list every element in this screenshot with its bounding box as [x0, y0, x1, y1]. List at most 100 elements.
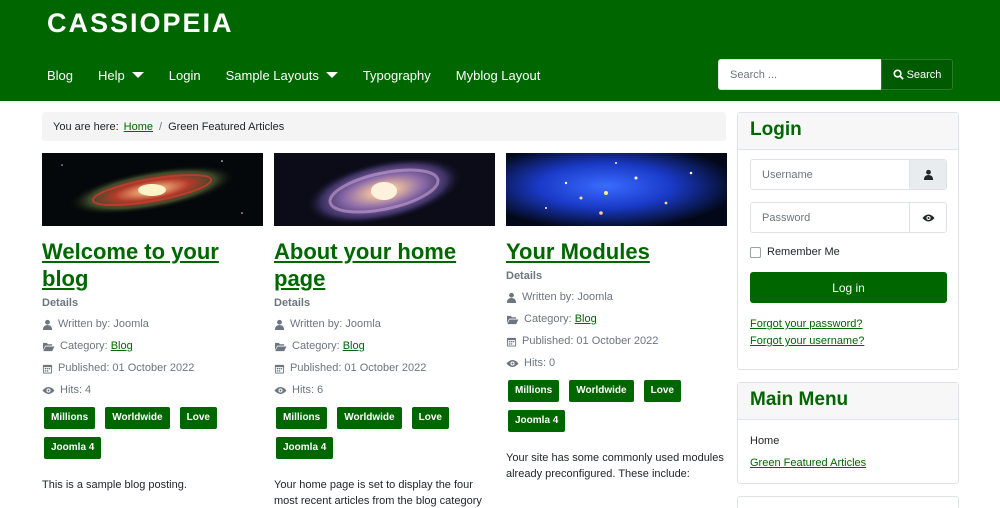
author-text: Written by: Joomla	[58, 318, 149, 330]
username-input[interactable]	[751, 160, 909, 189]
user-icon	[274, 319, 285, 330]
calendar-icon	[42, 364, 53, 374]
article-image	[42, 153, 263, 226]
main-menu-module: Main Menu Home Green Featured Articles	[737, 382, 959, 484]
password-input[interactable]	[751, 203, 909, 232]
tag-love[interactable]: Love	[411, 407, 449, 429]
breadcrumb-home-link[interactable]: Home	[124, 121, 153, 133]
search-input[interactable]	[718, 59, 881, 90]
breadcrumb-separator: /	[159, 120, 163, 133]
eye-icon	[42, 386, 55, 394]
nav-item-label: Blog	[47, 67, 74, 83]
folder-open-icon	[275, 342, 287, 351]
remember-me-label: Remember Me	[767, 246, 840, 258]
login-button[interactable]: Log in	[750, 272, 947, 303]
tag-list: Millions Worldwide Love Joomla 4	[42, 407, 263, 467]
tag-joomla-4[interactable]: Joomla 4	[44, 437, 102, 459]
tag-millions[interactable]: Millions	[44, 407, 96, 429]
chevron-down-icon[interactable]	[131, 72, 144, 78]
forgot-username-link[interactable]: Forgot your username?	[750, 335, 864, 347]
details-label: Details	[274, 297, 311, 309]
nav-item-label: Typography	[362, 67, 431, 83]
article-card: Your Modules Details Written by: Joomla …	[506, 153, 727, 482]
category-prefix: Category:	[524, 313, 572, 325]
tag-list: Millions Worldwide Love Joomla 4	[506, 380, 727, 440]
category-link[interactable]: Blog	[343, 340, 365, 352]
nav-item-login[interactable]: Login	[169, 66, 201, 84]
article-card: Welcome to your blog Details Written by:…	[42, 153, 263, 493]
article-title-link[interactable]: Your Modules	[506, 238, 727, 265]
tag-love[interactable]: Love	[179, 407, 217, 429]
forgot-password-link[interactable]: Forgot your password?	[750, 318, 863, 330]
article-card: About your home page Details Written by:…	[274, 153, 495, 508]
calendar-icon	[274, 364, 285, 374]
breadcrumb-prefix: You are here:	[53, 120, 119, 133]
user-icon	[42, 319, 53, 330]
site-logo[interactable]: CASSIOPEIA	[47, 8, 234, 39]
tag-love[interactable]: Love	[643, 380, 681, 402]
tag-worldwide[interactable]: Worldwide	[105, 407, 170, 429]
login-module: Login Remember Me Log in Forgot your pas…	[737, 112, 959, 370]
tag-joomla-4[interactable]: Joomla 4	[508, 410, 566, 432]
tag-millions[interactable]: Millions	[276, 407, 328, 429]
breadcrumb: You are here: Home / Green Featured Arti…	[42, 112, 726, 141]
article-published: Published: 01 October 2022	[42, 357, 263, 379]
folder-open-icon	[43, 342, 55, 351]
breadcrumb-current: Green Featured Articles	[168, 120, 285, 133]
tag-worldwide[interactable]: Worldwide	[337, 407, 402, 429]
author-text: Written by: Joomla	[522, 291, 613, 303]
article-image	[506, 153, 727, 226]
nav-item-typography[interactable]: Typography	[363, 66, 431, 84]
remember-me-checkbox[interactable]	[750, 246, 761, 258]
hits-text: Hits: 0	[524, 357, 556, 369]
article-published: Published: 01 October 2022	[274, 357, 495, 379]
nav-item-label: Sample Layouts	[225, 67, 319, 83]
tag-millions[interactable]: Millions	[508, 380, 560, 402]
tag-worldwide[interactable]: Worldwide	[569, 380, 634, 402]
details-label: Details	[506, 270, 543, 282]
tag-list: Millions Worldwide Love Joomla 4	[274, 407, 495, 467]
nav-item-myblog-layout[interactable]: Myblog Layout	[456, 66, 541, 84]
menu-item-green-featured-articles[interactable]: Green Featured Articles	[750, 457, 866, 469]
eye-icon[interactable]	[909, 203, 946, 232]
user-icon	[506, 292, 517, 303]
article-category: Category: Blog	[506, 308, 727, 330]
nav-item-label: Myblog Layout	[455, 67, 541, 83]
menu-item-home[interactable]: Home	[750, 435, 779, 447]
author-text: Written by: Joomla	[290, 318, 381, 330]
article-intro: This is a sample blog posting.	[42, 479, 187, 491]
nav-item-label: Login	[168, 67, 201, 83]
category-link[interactable]: Blog	[575, 313, 597, 325]
nav-item-sample-layouts[interactable]: Sample Layouts	[226, 66, 338, 84]
nav-item-help[interactable]: Help	[98, 66, 144, 84]
search-button[interactable]: Search	[881, 59, 953, 90]
article-category: Category: Blog	[42, 335, 263, 357]
article-author: Written by: Joomla	[506, 286, 727, 308]
remember-me: Remember Me	[750, 246, 840, 258]
article-hits: Hits: 6	[274, 379, 495, 401]
chevron-down-icon[interactable]	[325, 72, 338, 78]
login-title: Login	[738, 113, 958, 150]
article-title-link[interactable]: About your home page	[274, 238, 495, 292]
sidebar-module	[737, 496, 959, 508]
details-label: Details	[42, 297, 79, 309]
article-title-link[interactable]: Welcome to your blog	[42, 238, 263, 292]
article-image	[274, 153, 495, 226]
article-category: Category: Blog	[274, 335, 495, 357]
article-intro: Your home page is set to display the fou…	[274, 479, 482, 507]
category-prefix: Category:	[60, 340, 108, 352]
tag-joomla-4[interactable]: Joomla 4	[276, 437, 334, 459]
main-navigation: Blog Help Login Sample Layouts Typograph…	[47, 66, 565, 84]
hits-text: Hits: 6	[292, 384, 324, 396]
user-icon	[909, 160, 946, 189]
search-form: Search	[718, 59, 953, 90]
main-menu-title: Main Menu	[738, 383, 958, 420]
nav-item-blog[interactable]: Blog	[47, 66, 73, 84]
password-field	[750, 202, 947, 233]
published-text: Published: 01 October 2022	[522, 335, 659, 347]
published-text: Published: 01 October 2022	[290, 362, 427, 374]
search-button-label: Search	[906, 68, 942, 81]
article-author: Written by: Joomla	[274, 313, 495, 335]
site-header: CASSIOPEIA Blog Help Login Sample Layout…	[0, 0, 1000, 101]
category-link[interactable]: Blog	[111, 340, 133, 352]
